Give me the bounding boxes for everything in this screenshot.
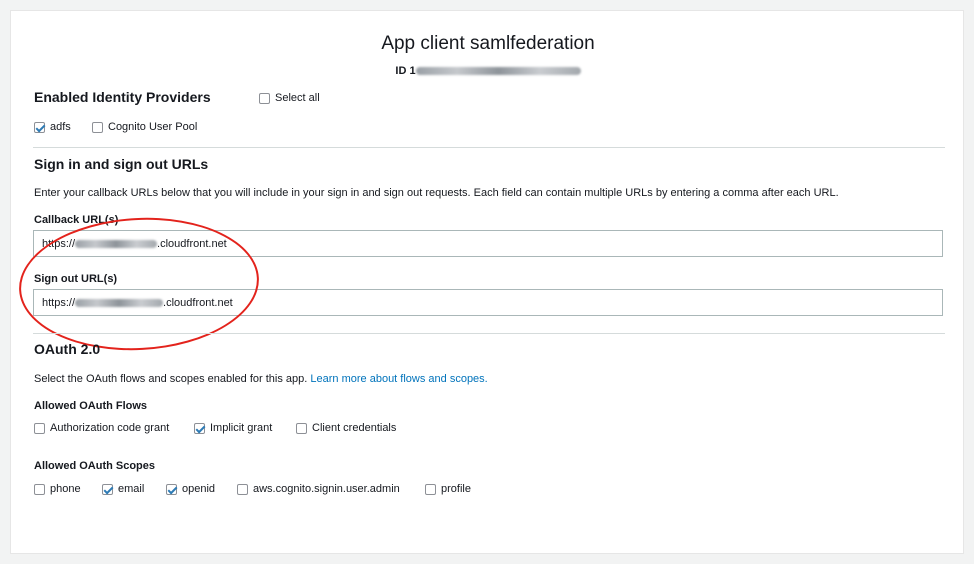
scope-cognito-admin-checkbox[interactable]: aws.cognito.signin.user.admin	[237, 483, 400, 495]
scope-label: profile	[441, 483, 471, 495]
email-box[interactable]	[102, 483, 113, 495]
scopes-heading: Allowed OAuth Scopes	[34, 460, 156, 472]
flow-label: Implicit grant	[210, 422, 273, 434]
redacted-client-id	[415, 67, 581, 76]
adfs-box[interactable]	[34, 121, 45, 133]
learn-more-link[interactable]: Learn more about flows and scopes.	[310, 373, 487, 385]
urls-heading: Sign in and sign out URLs	[34, 156, 209, 172]
page-title: App client samlfederation	[11, 33, 965, 55]
callback-url-label: Callback URL(s)	[34, 214, 119, 226]
app-client-panel: App client samlfederation ID 1 Enabled I…	[10, 10, 964, 554]
flow-implicit-grant-checkbox[interactable]: Implicit grant	[194, 422, 272, 434]
signout-url-suffix: .cloudfront.net	[163, 296, 233, 309]
phone-box[interactable]	[34, 483, 45, 495]
provider-label-cognito: Cognito User Pool	[108, 121, 198, 133]
scope-profile-checkbox[interactable]: profile	[425, 483, 471, 495]
redacted-signout-host	[75, 298, 164, 307]
callback-url-suffix: .cloudfront.net	[157, 237, 227, 250]
provider-adfs-checkbox[interactable]: adfs	[34, 121, 71, 133]
scope-label: email	[118, 483, 145, 495]
select-all-box[interactable]	[259, 92, 270, 104]
signout-url-input[interactable]: https:// .cloudfront.net	[33, 289, 943, 316]
flows-heading: Allowed OAuth Flows	[34, 400, 148, 412]
flow-authorization-code-checkbox[interactable]: Authorization code grant	[34, 422, 169, 434]
signout-url-label: Sign out URL(s)	[34, 273, 118, 285]
callback-url-input[interactable]: https:// .cloudfront.net	[33, 230, 943, 257]
scope-phone-checkbox[interactable]: phone	[34, 483, 81, 495]
client-id: ID 1	[11, 65, 965, 77]
select-all-checkbox[interactable]: Select all	[259, 92, 320, 104]
implicit-grant-box[interactable]	[194, 422, 205, 434]
scope-email-checkbox[interactable]: email	[102, 483, 144, 495]
oauth-description-text: Select the OAuth flows and scopes enable…	[34, 373, 308, 385]
cognito-box[interactable]	[92, 121, 103, 133]
scope-label: phone	[50, 483, 81, 495]
app-client-name: samlfederation	[470, 33, 595, 54]
flow-client-credentials-checkbox[interactable]: Client credentials	[296, 422, 396, 434]
flow-label: Client credentials	[312, 422, 397, 434]
scope-openid-checkbox[interactable]: openid	[166, 483, 215, 495]
select-all-label: Select all	[275, 92, 320, 104]
client-id-label: ID	[395, 65, 407, 77]
client-id-value: 1	[409, 65, 416, 77]
profile-box[interactable]	[425, 483, 436, 495]
oauth-heading: OAuth 2.0	[34, 341, 101, 357]
authorization-code-box[interactable]	[34, 422, 45, 434]
provider-cognito-checkbox[interactable]: Cognito User Pool	[92, 121, 197, 133]
provider-label-adfs: adfs	[50, 121, 71, 133]
urls-description: Enter your callback URLs below that you …	[34, 187, 839, 199]
flow-label: Authorization code grant	[50, 422, 170, 434]
scope-label: aws.cognito.signin.user.admin	[253, 483, 400, 495]
cognito-admin-box[interactable]	[237, 483, 248, 495]
client-credentials-box[interactable]	[296, 422, 307, 434]
scope-label: openid	[182, 483, 216, 495]
callback-url-prefix: https://	[42, 237, 76, 250]
title-prefix: App client	[381, 33, 465, 54]
section-divider	[33, 333, 945, 334]
redacted-callback-host	[75, 239, 158, 248]
oauth-description: Select the OAuth flows and scopes enable…	[34, 373, 488, 385]
openid-box[interactable]	[166, 483, 177, 495]
identity-providers-heading: Enabled Identity Providers	[34, 89, 211, 105]
signout-url-prefix: https://	[42, 296, 76, 309]
section-divider	[33, 147, 945, 148]
